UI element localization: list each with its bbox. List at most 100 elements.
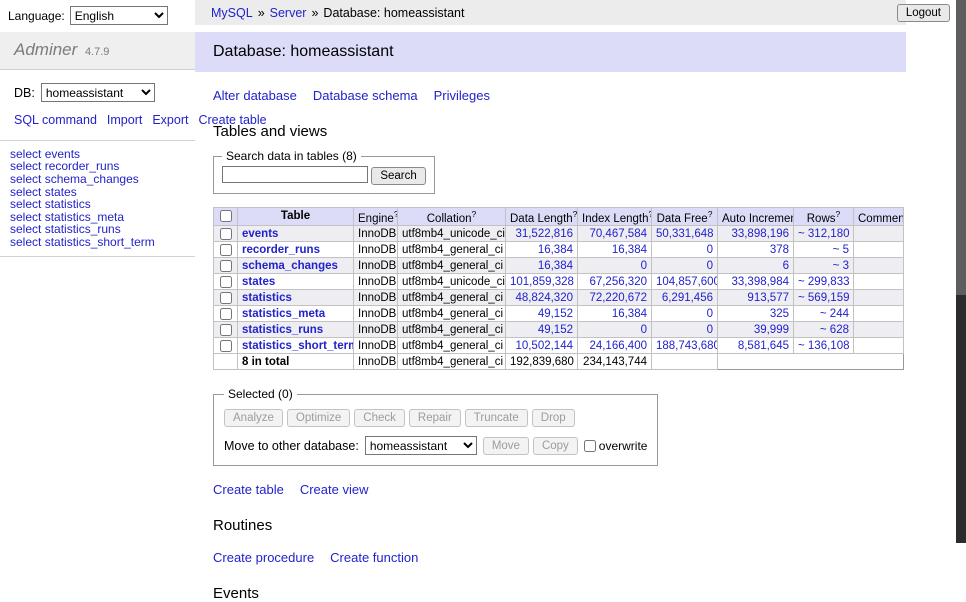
row-checkbox-statistics[interactable] (220, 292, 232, 304)
help-link[interactable]: ? (836, 209, 841, 219)
search-button[interactable]: Search (371, 167, 425, 185)
data-length-link[interactable]: 16,384 (538, 260, 573, 272)
rows-link[interactable]: ~ 299,833 (798, 276, 849, 288)
check-button[interactable]: Check (354, 409, 405, 427)
data-length-link[interactable]: 31,522,816 (515, 228, 573, 240)
sidebar-link-sql-command[interactable]: SQL command (14, 113, 97, 127)
row-checkbox-schema-changes[interactable] (220, 260, 232, 272)
table-name-link-statistics-meta[interactable]: statistics_meta (242, 308, 325, 320)
data-length-link[interactable]: 16,384 (538, 244, 573, 256)
breadcrumb-server-link[interactable]: Server (270, 6, 307, 20)
optimize-button[interactable]: Optimize (287, 409, 350, 427)
data-free-link[interactable]: 188,743,680 (656, 340, 718, 352)
language-select[interactable]: English (70, 6, 168, 25)
row-checkbox-statistics-meta[interactable] (220, 308, 232, 320)
analyze-button[interactable]: Analyze (224, 409, 283, 427)
data-free-link[interactable]: 0 (707, 308, 713, 320)
sort-link-engine[interactable]: Engine (358, 212, 394, 224)
link-database-schema[interactable]: Database schema (313, 88, 418, 103)
copy-button[interactable]: Copy (533, 437, 578, 455)
auto-increment-link[interactable]: 33,898,196 (731, 228, 789, 240)
index-length-link[interactable]: 0 (641, 260, 647, 272)
sidebar-link-export[interactable]: Export (152, 113, 188, 127)
index-length-link[interactable]: 24,166,400 (589, 340, 647, 352)
overwrite-checkbox[interactable] (584, 440, 596, 452)
table-name-link-statistics-runs[interactable]: statistics_runs (242, 324, 323, 336)
data-length-link[interactable]: 49,152 (538, 308, 573, 320)
link-create-table[interactable]: Create table (213, 482, 284, 497)
data-length-link[interactable]: 10,502,144 (515, 340, 573, 352)
table-name-link-recorder-runs[interactable]: recorder_runs (242, 244, 320, 256)
help-link[interactable]: ? (472, 209, 477, 219)
row-checkbox-statistics-runs[interactable] (220, 324, 232, 336)
rows-link[interactable]: ~ 569,159 (798, 292, 849, 304)
rows-link[interactable]: ~ 136,108 (798, 340, 849, 352)
drop-button[interactable]: Drop (532, 409, 575, 427)
sort-link-rows[interactable]: Rows (807, 212, 836, 224)
link-alter-database[interactable]: Alter database (213, 88, 297, 103)
table-name-link-states[interactable]: states (242, 276, 275, 288)
sort-link-data-length[interactable]: Data Length (510, 212, 573, 224)
scrollbar-thumb[interactable] (956, 0, 966, 295)
table-name-link-statistics-short-term[interactable]: statistics_short_term (242, 340, 354, 352)
rows-link[interactable]: ~ 628 (820, 324, 849, 336)
help-link[interactable]: ? (708, 209, 713, 219)
table-name-link-events[interactable]: events (242, 228, 278, 240)
auto-increment-link[interactable]: 39,999 (754, 324, 789, 336)
index-length-link[interactable]: 67,256,320 (589, 276, 647, 288)
logout-button[interactable]: Logout (897, 4, 950, 22)
row-checkbox-recorder-runs[interactable] (220, 244, 232, 256)
data-free-link[interactable]: 0 (707, 324, 713, 336)
sort-link-index-length[interactable]: Index Length (582, 212, 649, 224)
data-length-link[interactable]: 101,859,328 (510, 276, 574, 288)
rows-link[interactable]: ~ 244 (820, 308, 849, 320)
data-free-link[interactable]: 6,291,456 (662, 292, 713, 304)
data-free-link[interactable]: 0 (707, 244, 713, 256)
auto-increment-link[interactable]: 6 (783, 260, 789, 272)
auto-increment-link[interactable]: 33,398,984 (731, 276, 789, 288)
search-input[interactable] (222, 166, 368, 183)
row-checkbox-states[interactable] (220, 276, 232, 288)
index-length-link[interactable]: 16,384 (612, 308, 647, 320)
auto-increment-link[interactable]: 325 (770, 308, 789, 320)
adminer-logo-link[interactable]: Adminer (14, 40, 77, 59)
row-checkbox-events[interactable] (220, 228, 232, 240)
auto-increment-link[interactable]: 913,577 (747, 292, 789, 304)
sidebar-table-link-statistics-short-term[interactable]: statistics_short_term (45, 235, 155, 249)
move-db-select[interactable]: homeassistant (365, 436, 477, 455)
rows-link[interactable]: ~ 3 (833, 260, 849, 272)
sort-link-auto-increment[interactable]: Auto Increment (722, 212, 794, 224)
auto-increment-link[interactable]: 8,581,645 (738, 340, 789, 352)
data-free-link[interactable]: 50,331,648 (656, 228, 714, 240)
link-create-view[interactable]: Create view (300, 482, 369, 497)
select-all-checkbox[interactable] (220, 210, 232, 222)
help-link[interactable]: ? (573, 209, 578, 219)
index-length-link[interactable]: 0 (641, 324, 647, 336)
index-length-link[interactable]: 70,467,584 (589, 228, 647, 240)
data-length-link[interactable]: 48,824,320 (515, 292, 573, 304)
link-create-function[interactable]: Create function (330, 550, 418, 565)
help-link[interactable]: ? (394, 209, 398, 219)
sidebar-link-import[interactable]: Import (107, 113, 142, 127)
sort-link-comment[interactable]: Comment (858, 212, 904, 224)
sidebar-select-link-statistics-short-term[interactable]: select (10, 235, 41, 249)
auto-increment-link[interactable]: 378 (770, 244, 789, 256)
move-button[interactable]: Move (483, 437, 529, 455)
table-name-link-statistics[interactable]: statistics (242, 292, 292, 304)
rows-link[interactable]: ~ 312,180 (798, 228, 849, 240)
truncate-button[interactable]: Truncate (465, 409, 528, 427)
sort-link-data-free[interactable]: Data Free (657, 212, 708, 224)
link-create-procedure[interactable]: Create procedure (213, 550, 314, 565)
index-length-link[interactable]: 16,384 (612, 244, 647, 256)
table-name-link-schema-changes[interactable]: schema_changes (242, 260, 338, 272)
db-select[interactable]: homeassistant (41, 83, 155, 102)
sort-link-table[interactable]: Table (281, 210, 310, 222)
rows-link[interactable]: ~ 5 (833, 244, 849, 256)
index-length-link[interactable]: 72,220,672 (589, 292, 647, 304)
repair-button[interactable]: Repair (409, 409, 461, 427)
sort-link-collation[interactable]: Collation (427, 212, 472, 224)
data-free-link[interactable]: 104,857,600 (656, 276, 718, 288)
breadcrumb-mysql-link[interactable]: MySQL (211, 6, 253, 20)
data-free-link[interactable]: 0 (707, 260, 713, 272)
link-privileges[interactable]: Privileges (434, 88, 490, 103)
